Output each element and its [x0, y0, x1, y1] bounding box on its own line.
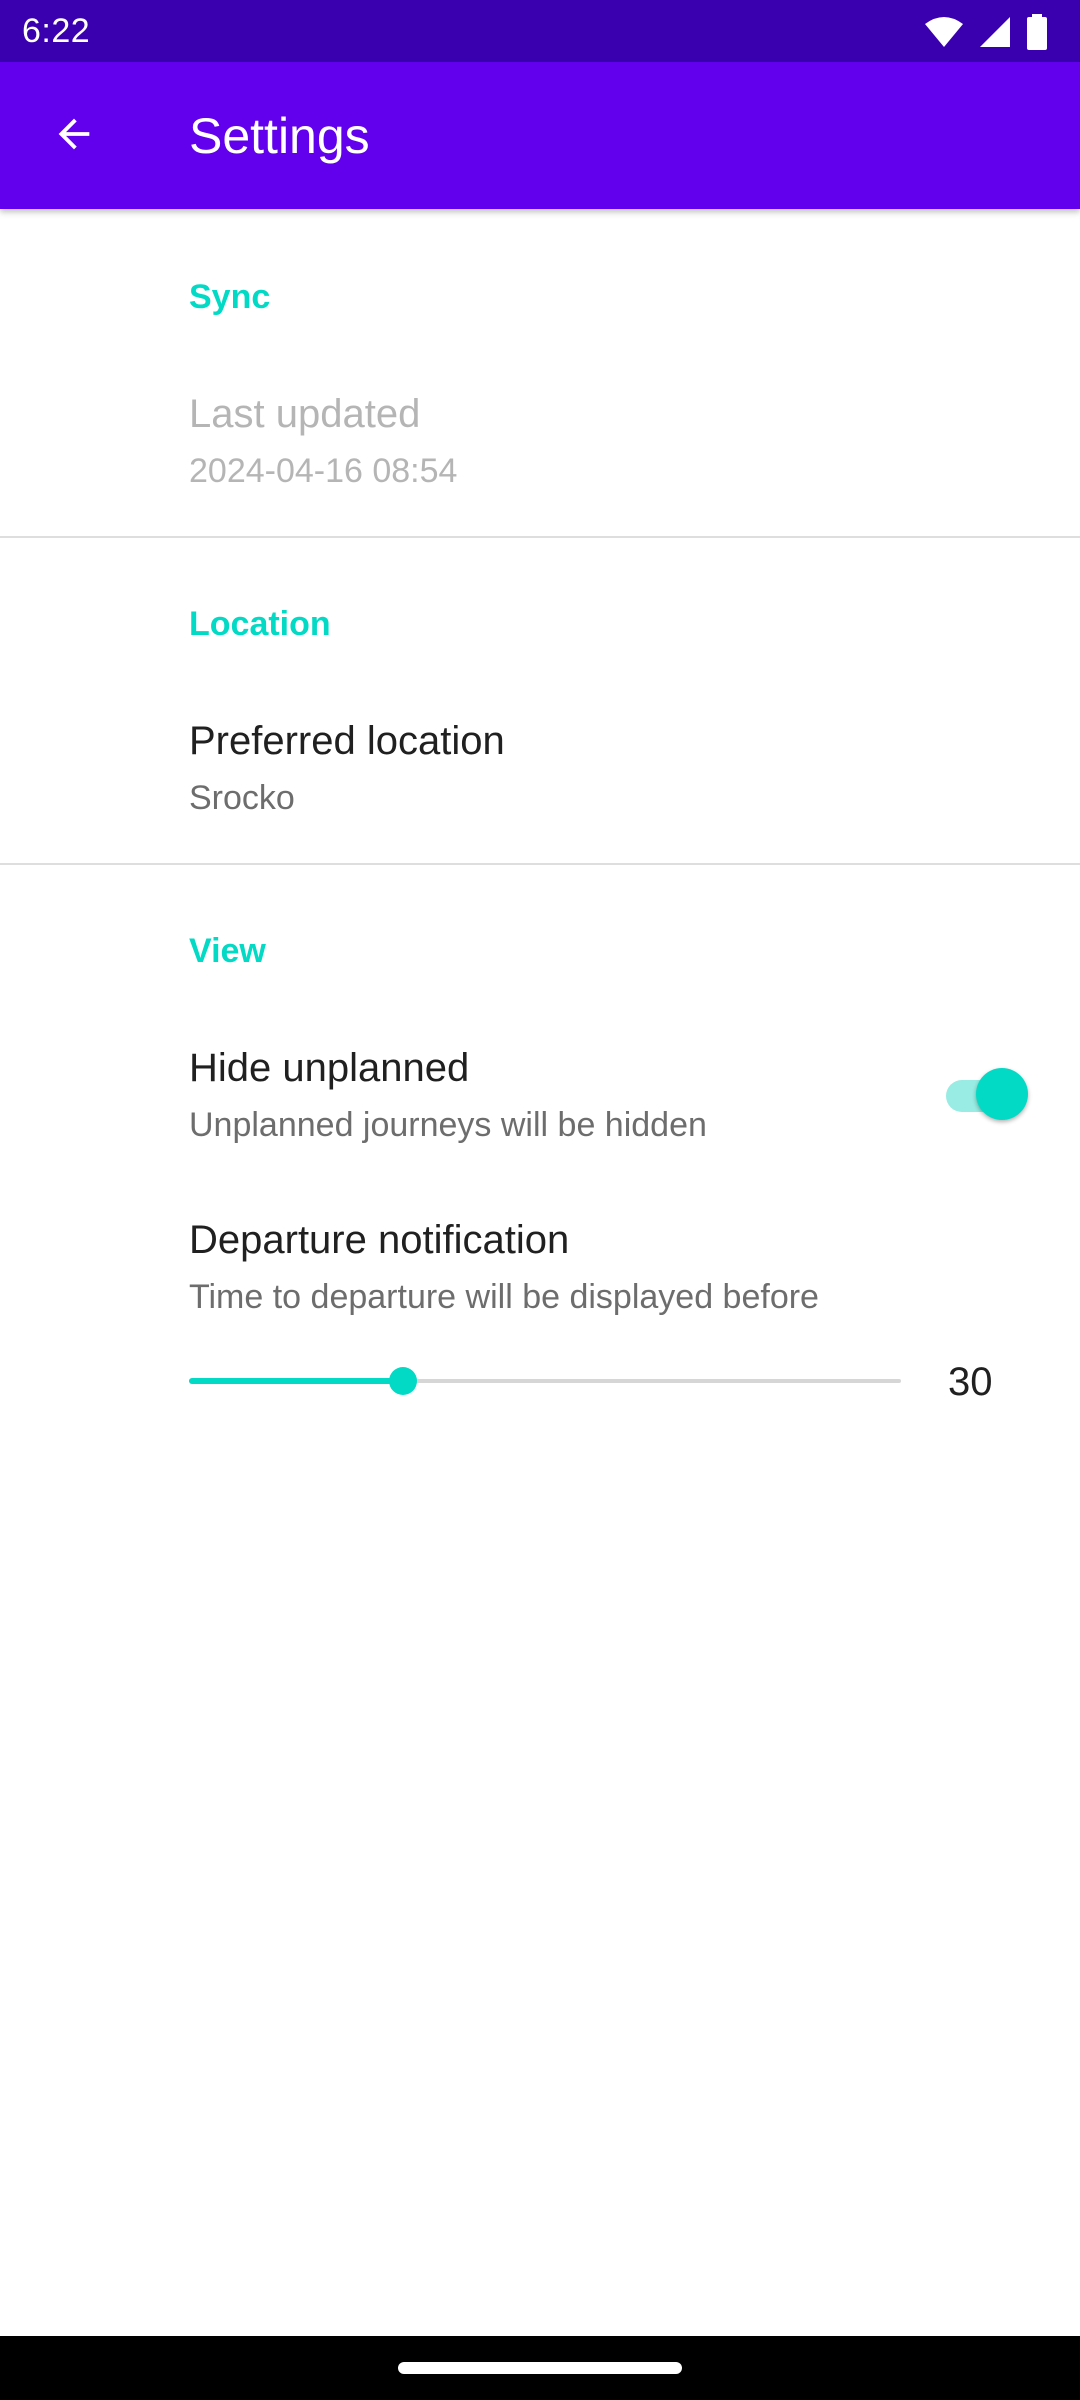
wifi-icon — [924, 16, 964, 48]
home-gesture-handle[interactable] — [398, 2362, 682, 2374]
pref-hide-unplanned-title: Hide unplanned — [189, 1046, 470, 1090]
pref-departure-notification-summary: Time to departure will be displayed befo… — [189, 1278, 819, 1316]
slider-value: 30 — [948, 1360, 993, 1404]
toggle-thumb — [976, 1068, 1028, 1120]
pref-hide-unplanned-summary: Unplanned journeys will be hidden — [189, 1106, 707, 1144]
departure-notification-slider[interactable] — [189, 1362, 901, 1400]
back-button[interactable] — [36, 98, 112, 174]
status-icons — [924, 12, 1048, 52]
pref-departure-notification-title: Departure notification — [189, 1218, 570, 1262]
navigation-bar — [0, 2336, 1080, 2400]
cellular-signal-icon — [978, 15, 1012, 49]
section-divider — [0, 536, 1080, 538]
pref-last-updated-summary: 2024-04-16 08:54 — [189, 452, 458, 490]
pref-last-updated-title: Last updated — [189, 392, 421, 436]
battery-icon — [1026, 14, 1048, 50]
hide-unplanned-toggle[interactable] — [944, 1068, 1032, 1120]
section-divider — [0, 863, 1080, 865]
section-header-view: View — [189, 932, 266, 970]
section-header-sync: Sync — [189, 278, 271, 316]
page-title: Settings — [189, 108, 370, 164]
app-bar: Settings — [0, 62, 1080, 209]
arrow-back-icon — [51, 111, 97, 162]
pref-preferred-location-title: Preferred location — [189, 719, 505, 763]
pref-preferred-location-summary: Srocko — [189, 779, 295, 817]
section-header-location: Location — [189, 605, 331, 643]
status-bar: 6:22 — [0, 0, 1080, 62]
slider-thumb[interactable] — [389, 1367, 417, 1395]
status-time: 6:22 — [22, 12, 91, 50]
slider-fill — [189, 1378, 403, 1384]
